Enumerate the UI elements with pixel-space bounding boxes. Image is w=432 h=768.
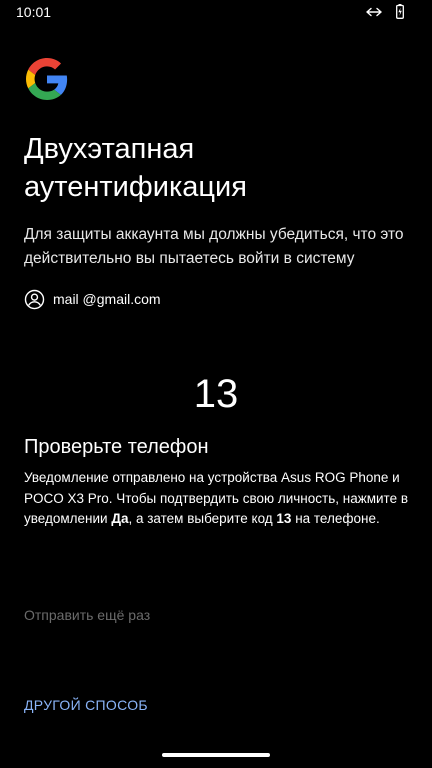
home-indicator[interactable] [162, 753, 270, 757]
status-bar: 10:01 [0, 0, 432, 24]
page-description: Для защиты аккаунта мы должны убедиться,… [24, 226, 404, 267]
google-g-icon [26, 58, 68, 100]
data-transfer-icon [366, 7, 382, 17]
instruction-text: Уведомление отправлено на устройства Asu… [24, 468, 408, 530]
battery-icon [396, 4, 404, 19]
resend-button[interactable]: Отправить ещё раз [24, 607, 150, 623]
instruction-part-2: , а затем выберите код [128, 511, 277, 526]
instruction-part-3: на телефоне. [291, 511, 380, 526]
status-time: 10:01 [16, 4, 52, 20]
account-email: mail @gmail.com [53, 291, 161, 307]
check-phone-heading: Проверьте телефон [24, 436, 209, 458]
account-chip[interactable]: mail @gmail.com [24, 288, 161, 310]
status-icons [366, 4, 404, 19]
account-circle-icon [24, 289, 45, 310]
other-method-button[interactable]: ДРУГОЙ СПОСОБ [24, 697, 148, 713]
instruction-yes-bold: Да [111, 511, 129, 526]
verification-code: 13 [193, 372, 239, 416]
page-title: Двухэтапная аутентификация [24, 133, 247, 203]
instruction-code-bold: 13 [276, 511, 292, 526]
